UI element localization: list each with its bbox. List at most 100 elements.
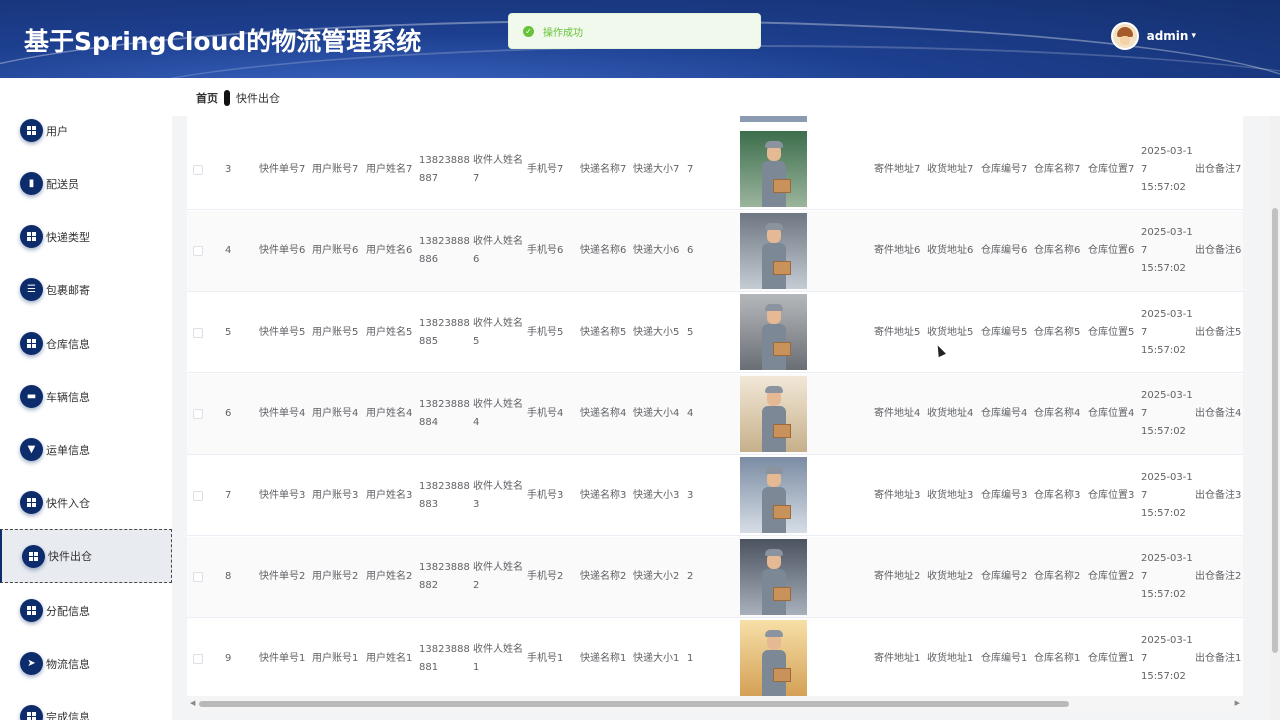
cell-value: 7 <box>225 489 232 501</box>
cell-express-size: 快递大小1 <box>633 618 683 696</box>
table-row[interactable]: 6 快件单号4 用户账号4 用户姓名4 13823888884 收件人姓名4 手机号4 快递名… <box>187 373 1243 455</box>
sidebar-item-courier[interactable]: ▮ 配送员 <box>0 157 172 210</box>
cell-recv-addr: 收货地址6 <box>927 211 977 292</box>
user-menu[interactable]: admin ▾ <box>1110 22 1196 50</box>
sidebar-item-warehouse[interactable]: 仓库信息 <box>0 317 172 370</box>
cell-recv-addr: 收货地址3 <box>927 455 977 536</box>
row-checkbox[interactable] <box>193 164 203 175</box>
cell-remark: 出仓备注5 <box>1195 292 1243 373</box>
chevron-down-icon[interactable]: ▾ <box>1191 31 1196 41</box>
sidebar-item-user[interactable]: 用户 <box>0 104 172 157</box>
cell-value: 仓库位置6 <box>1088 245 1135 256</box>
send-icon: ➤ <box>20 652 43 675</box>
cell-send-addr: 寄件地址4 <box>874 374 924 455</box>
cell-index: 4 <box>225 211 245 292</box>
scroll-left-icon[interactable]: ◀ <box>190 699 195 707</box>
cell-datetime-value: 2025-03-17 15:57:02 <box>1141 387 1193 441</box>
cell-user-name: 用户姓名4 <box>366 374 416 455</box>
cell-value: 快件单号2 <box>259 571 306 582</box>
breadcrumb-home[interactable]: 首页 <box>196 90 218 106</box>
cell-remark: 出仓备注6 <box>1195 211 1243 292</box>
cell-receiver: 收件人姓名6 <box>473 211 523 292</box>
cell-value: 收件人姓名1 <box>473 643 523 673</box>
sidebar-item-logistics[interactable]: ➤ 物流信息 <box>0 637 172 690</box>
cell-value: 用户账号1 <box>312 652 359 664</box>
cell-value: 快递大小4 <box>633 408 680 419</box>
cell-express-size: 快递大小4 <box>633 374 683 455</box>
cell-date: 2025-03-17 <box>1141 634 1193 664</box>
cell-remark: 出仓备注7 <box>1195 129 1243 210</box>
scrollbar-thumb[interactable] <box>1272 208 1278 653</box>
courier-photo[interactable] <box>740 131 807 207</box>
cell-receiver: 收件人姓名7 <box>473 129 523 210</box>
table-row[interactable]: 4 快件单号6 用户账号6 用户姓名6 13823888886 收件人姓名6 手机号6 快递名… <box>187 210 1243 292</box>
photo-figure-cap <box>765 222 783 230</box>
cell-value: 4 <box>687 408 694 419</box>
sidebar-item-label: 分配信息 <box>46 604 90 618</box>
cell-value: 收货地址1 <box>927 652 974 664</box>
sidebar-item-label: 配送员 <box>46 177 79 191</box>
cell-weight: 1 <box>687 618 707 696</box>
sidebar-item-assignment[interactable]: 分配信息 <box>0 584 172 637</box>
courier-photo[interactable] <box>740 620 807 696</box>
courier-photo[interactable] <box>740 294 807 370</box>
scrollbar-thumb[interactable] <box>199 701 1069 707</box>
avatar[interactable] <box>1110 22 1139 50</box>
cell-value: 仓库名称2 <box>1034 571 1081 582</box>
cell-value: 快递名称3 <box>580 489 627 501</box>
cell-send-addr: 寄件地址3 <box>874 455 924 536</box>
cell-value: 出仓备注7 <box>1195 163 1242 175</box>
sidebar-item-waybill[interactable]: ▼ 运单信息 <box>0 423 172 476</box>
table-row[interactable]: 8 快件单号2 用户账号2 用户姓名2 13823888882 收件人姓名2 手机号2 快递名… <box>187 536 1243 618</box>
courier-photo[interactable] <box>740 375 807 452</box>
sidebar-item-vehicle[interactable]: ▬ 车辆信息 <box>0 370 172 423</box>
cell-remark: 出仓备注2 <box>1195 537 1243 618</box>
cell-recv-addr: 收货地址4 <box>927 374 977 455</box>
row-checkbox[interactable] <box>193 246 203 256</box>
cell-value: 仓库编号6 <box>981 245 1028 256</box>
row-checkbox-cell <box>193 374 203 455</box>
cell-value: 快件单号4 <box>259 408 306 419</box>
row-checkbox[interactable] <box>193 490 203 501</box>
cell-weight: 2 <box>687 537 707 618</box>
courier-photo[interactable] <box>740 538 807 615</box>
cell-user-name: 用户姓名1 <box>366 618 416 696</box>
courier-photo[interactable] <box>740 212 807 289</box>
table-row[interactable]: 9 快件单号1 用户账号1 用户姓名1 13823888881 收件人姓名1 手机号1 快递名… <box>187 618 1243 696</box>
row-checkbox[interactable] <box>193 653 203 664</box>
cell-time: 15:57:02 <box>1141 344 1186 356</box>
sidebar-item-stock-in[interactable]: 快件入仓 <box>0 476 172 529</box>
photo-parcel <box>773 179 791 193</box>
breadcrumb-current: 快件出仓 <box>236 92 280 105</box>
cell-value: 仓库名称3 <box>1034 489 1081 501</box>
cell-value: 13823888884 <box>419 399 470 428</box>
horizontal-scrollbar[interactable]: ◀ ▶ <box>187 698 1243 710</box>
vertical-scrollbar[interactable] <box>1270 116 1280 720</box>
sidebar-item-parcel-mail[interactable]: ☰ 包裹邮寄 <box>0 263 172 316</box>
row-checkbox[interactable] <box>193 572 203 582</box>
cell-phone: 13823888881 <box>419 618 471 696</box>
sidebar-item-label: 包裹邮寄 <box>46 283 90 297</box>
cell-value: 仓库编号7 <box>981 163 1028 175</box>
cell-wh-pos: 仓库位置5 <box>1088 292 1138 373</box>
sidebar-item-stock-out[interactable]: 快件出仓 <box>0 529 172 583</box>
cell-wh-no: 仓库编号7 <box>981 129 1031 210</box>
courier-photo[interactable] <box>740 457 807 533</box>
app-title: 基于SpringCloud的物流管理系统 <box>24 27 422 56</box>
cell-value: 快递名称4 <box>580 408 627 419</box>
scroll-right-icon[interactable]: ▶ <box>1235 699 1240 707</box>
cell-weight: 3 <box>687 455 707 536</box>
table-row[interactable]: 3 快件单号7 用户账号7 用户姓名7 13823888887 收件人姓名7 手机号7 快递名… <box>187 129 1243 210</box>
username[interactable]: admin <box>1147 29 1189 43</box>
cell-weight: 4 <box>687 374 707 455</box>
sidebar-item-completion[interactable]: 完成信息 <box>0 690 172 720</box>
row-checkbox[interactable] <box>193 327 203 338</box>
row-checkbox[interactable] <box>193 409 203 419</box>
cell-value: 快递大小1 <box>633 652 680 664</box>
cell-datetime: 2025-03-17 15:57:02 <box>1141 129 1193 210</box>
sidebar-item-express-type[interactable]: 快递类型 <box>0 210 172 263</box>
table-row[interactable]: 7 快件单号3 用户账号3 用户姓名3 13823888883 收件人姓名3 手机号3 快递名… <box>187 455 1243 536</box>
table-row[interactable]: 5 快件单号5 用户账号5 用户姓名5 13823888885 收件人姓名5 手机号5 快递名… <box>187 292 1243 373</box>
cell-value: 寄件地址4 <box>874 408 921 419</box>
cell-datetime-value: 2025-03-17 15:57:02 <box>1141 224 1193 278</box>
